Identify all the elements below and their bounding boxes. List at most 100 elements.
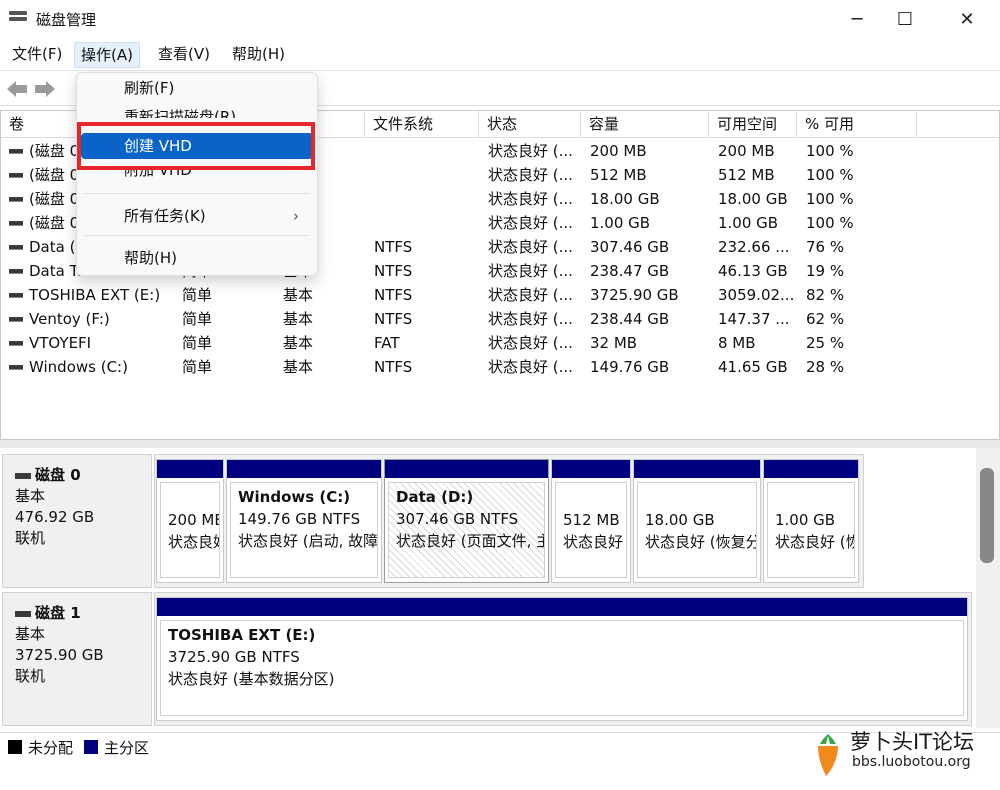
col-header-percent-free[interactable]: % 可用: [797, 111, 917, 138]
disk-state: 联机: [15, 667, 46, 685]
disk-0-label[interactable]: 磁盘 0 基本 476.92 GB 联机: [2, 454, 152, 588]
forward-icon[interactable]: [34, 80, 56, 98]
menu-help[interactable]: 帮助(H): [226, 42, 291, 68]
table-row[interactable]: TOSHIBA EXT (E:) 简单 基本 NTFS 状态良好 (... 3725.90…: [1, 283, 999, 307]
partition-status: 状态良好 (恢复分: [645, 533, 757, 551]
volume-icon: [9, 245, 23, 250]
annotation-highlight-box: [77, 122, 315, 170]
cell-fs: [374, 187, 478, 211]
disk-icon: [15, 610, 31, 617]
cell-layout: 简单: [182, 310, 213, 328]
cell-status: 状态良好 (...: [488, 286, 573, 304]
pane-splitter[interactable]: [0, 440, 1000, 448]
scrollbar-thumb[interactable]: [980, 468, 994, 563]
cell-type: 基本: [283, 286, 314, 304]
menu-item-refresh[interactable]: 刷新(F): [81, 75, 313, 101]
partition-status: 状态良好: [563, 533, 624, 551]
partition-efi[interactable]: 200 MB 状态良好: [156, 459, 224, 583]
cell-cap: 3725.90 GB: [590, 286, 679, 304]
cell-vol: TOSHIBA EXT (E:): [29, 286, 161, 304]
disk-1-label[interactable]: 磁盘 1 基本 3725.90 GB 联机: [2, 592, 152, 726]
partition-recovery-18gb[interactable]: 18.00 GB 状态良好 (恢复分: [633, 459, 761, 583]
disk-map: 磁盘 0 基本 476.92 GB 联机 200 MB 状态良好 Windows …: [0, 448, 976, 728]
menu-item-all-tasks[interactable]: 所有任务(K) ›: [81, 203, 313, 229]
partition-size: 200 MB: [168, 511, 220, 529]
cell-pct: 100 %: [806, 190, 854, 208]
partition-data-d[interactable]: Data (D:) 307.46 GB NTFS 状态良好 (页面文件, 主: [384, 459, 549, 583]
volume-icon: [9, 149, 23, 154]
cell-fs: NTFS: [374, 358, 413, 376]
volume-icon: [9, 173, 23, 178]
menu-item-rescan[interactable]: 重新扫描磁盘(R): [81, 104, 313, 118]
menu-view[interactable]: 查看(V): [152, 42, 216, 68]
col-header-capacity[interactable]: 容量: [581, 111, 709, 138]
legend-unallocated: 未分配: [28, 739, 74, 757]
partition-status: 状态良好 (页面文件, 主: [396, 532, 545, 550]
cell-cap: 238.47 GB: [590, 262, 670, 280]
minimize-button[interactable]: ─: [834, 0, 880, 38]
disk-icon: [15, 472, 31, 479]
cell-free: 200 MB: [718, 142, 775, 160]
partition-title: TOSHIBA EXT (E:): [168, 626, 316, 644]
col-header-status[interactable]: 状态: [479, 111, 581, 138]
back-icon[interactable]: [6, 80, 28, 98]
partition-size: 18.00 GB: [645, 511, 715, 529]
cell-cap: 1.00 GB: [590, 214, 651, 232]
cell-pct: 25 %: [806, 334, 845, 352]
cell-status: 状态良好 (...: [488, 214, 573, 232]
watermark-url: bbs.luobotou.org: [852, 754, 971, 770]
partition-windows-c[interactable]: Windows (C:) 149.76 GB NTFS 状态良好 (启动, 故障: [226, 459, 382, 583]
partition-bar: [764, 460, 858, 478]
cell-free: 18.00 GB: [718, 190, 788, 208]
menu-item-attach-vhd[interactable]: 附加 VHD: [81, 169, 313, 183]
cell-status: 状态良好 (...: [488, 142, 573, 160]
volume-icon: [9, 317, 23, 322]
table-row[interactable]: Ventoy (F:) 简单 基本 NTFS 状态良好 (... 238.44 GB 147…: [1, 307, 999, 331]
cell-status: 状态良好 (...: [488, 310, 573, 328]
partition-recovery-1gb[interactable]: 1.00 GB 状态良好 (恢: [763, 459, 859, 583]
close-button[interactable]: ✕: [944, 0, 990, 38]
cell-cap: 512 MB: [590, 166, 647, 184]
disk-0-partitions: 200 MB 状态良好 Windows (C:) 149.76 GB NTFS 状态良…: [154, 454, 864, 588]
table-row[interactable]: Windows (C:) 简单 基本 NTFS 状态良好 (... 149.76 GB 41…: [1, 355, 999, 379]
table-row[interactable]: VTOYEFI 简单 基本 FAT 状态良好 (... 32 MB 8 MB 25 %: [1, 331, 999, 355]
title-bar: 磁盘管理 ─ ☐ ✕: [0, 0, 1000, 38]
disk-name: 磁盘 0: [35, 466, 81, 484]
maximize-button[interactable]: ☐: [882, 0, 928, 38]
cell-fs: FAT: [374, 334, 400, 352]
cell-pct: 19 %: [806, 262, 845, 280]
cell-layout: 简单: [182, 334, 213, 352]
disk-state: 联机: [15, 529, 46, 547]
cell-fs: NTFS: [374, 286, 413, 304]
cell-cap: 18.00 GB: [590, 190, 660, 208]
cell-pct: 28 %: [806, 358, 845, 376]
cell-fs: [374, 211, 478, 235]
col-header-free-space[interactable]: 可用空间: [709, 111, 797, 138]
cell-free: 512 MB: [718, 166, 775, 184]
cell-fs: NTFS: [374, 262, 413, 280]
cell-status: 状态良好 (...: [488, 190, 573, 208]
partition-size: 307.46 GB NTFS: [396, 510, 519, 528]
volume-icon: [9, 197, 23, 202]
cell-fs: [374, 163, 478, 187]
menu-item-help[interactable]: 帮助(H): [81, 245, 313, 271]
col-header-empty: [917, 111, 999, 138]
cell-status: 状态良好 (...: [488, 334, 573, 352]
col-header-filesystem[interactable]: 文件系统: [365, 111, 479, 138]
cell-pct: 76 %: [806, 238, 845, 256]
menu-file[interactable]: 文件(F): [6, 42, 68, 68]
volume-icon: [9, 365, 23, 370]
watermark: 萝卜头IT论坛 bbs.luobotou.org: [812, 722, 1000, 782]
disk-size: 3725.90 GB: [15, 646, 104, 664]
disk-map-scrollbar[interactable]: [976, 448, 1000, 728]
disk-type: 基本: [15, 487, 46, 505]
cell-free: 41.65 GB: [718, 358, 788, 376]
menu-action[interactable]: 操作(A): [74, 42, 140, 68]
cell-type: 基本: [283, 310, 314, 328]
cell-cap: 238.44 GB: [590, 310, 670, 328]
volume-icon: [9, 341, 23, 346]
partition-bar: [385, 460, 548, 478]
partition-toshiba-e[interactable]: TOSHIBA EXT (E:) 3725.90 GB NTFS 状态良好 (基本数…: [156, 597, 968, 721]
partition-512mb[interactable]: 512 MB 状态良好: [551, 459, 631, 583]
cell-cap: 149.76 GB: [590, 358, 670, 376]
